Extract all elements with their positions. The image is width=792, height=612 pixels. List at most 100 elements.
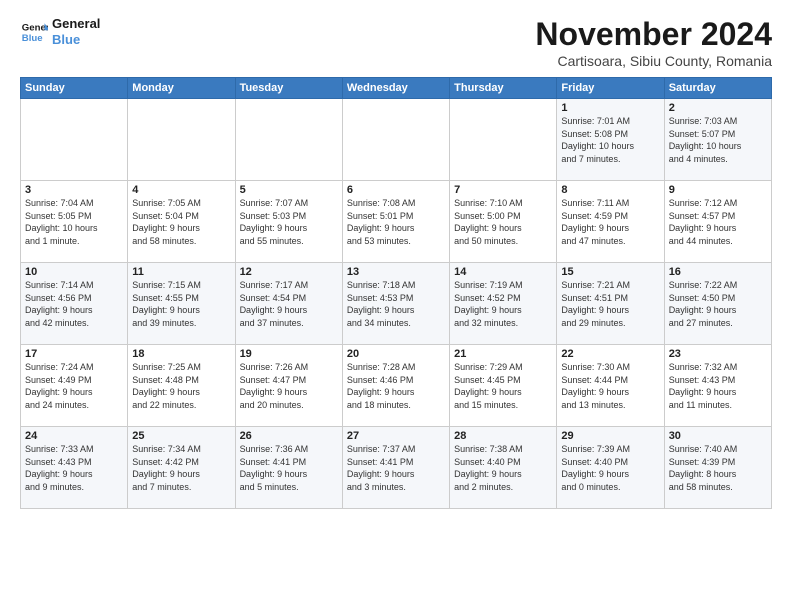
calendar-week-4: 17Sunrise: 7:24 AM Sunset: 4:49 PM Dayli… — [21, 345, 772, 427]
calendar-day — [128, 99, 235, 181]
day-number: 14 — [454, 266, 552, 278]
weekday-header-friday: Friday — [557, 78, 664, 99]
calendar-day: 29Sunrise: 7:39 AM Sunset: 4:40 PM Dayli… — [557, 427, 664, 509]
calendar-week-3: 10Sunrise: 7:14 AM Sunset: 4:56 PM Dayli… — [21, 263, 772, 345]
day-number: 24 — [25, 430, 123, 442]
day-info: Sunrise: 7:08 AM Sunset: 5:01 PM Dayligh… — [347, 197, 445, 247]
day-info: Sunrise: 7:24 AM Sunset: 4:49 PM Dayligh… — [25, 361, 123, 411]
day-info: Sunrise: 7:26 AM Sunset: 4:47 PM Dayligh… — [240, 361, 338, 411]
day-number: 21 — [454, 348, 552, 360]
calendar-day: 21Sunrise: 7:29 AM Sunset: 4:45 PM Dayli… — [450, 345, 557, 427]
day-info: Sunrise: 7:30 AM Sunset: 4:44 PM Dayligh… — [561, 361, 659, 411]
calendar-day: 16Sunrise: 7:22 AM Sunset: 4:50 PM Dayli… — [664, 263, 771, 345]
weekday-header-tuesday: Tuesday — [235, 78, 342, 99]
day-info: Sunrise: 7:17 AM Sunset: 4:54 PM Dayligh… — [240, 279, 338, 329]
svg-text:Blue: Blue — [22, 32, 43, 43]
day-number: 18 — [132, 348, 230, 360]
day-info: Sunrise: 7:38 AM Sunset: 4:40 PM Dayligh… — [454, 443, 552, 493]
calendar-day: 12Sunrise: 7:17 AM Sunset: 4:54 PM Dayli… — [235, 263, 342, 345]
day-info: Sunrise: 7:33 AM Sunset: 4:43 PM Dayligh… — [25, 443, 123, 493]
day-number: 10 — [25, 266, 123, 278]
day-info: Sunrise: 7:36 AM Sunset: 4:41 PM Dayligh… — [240, 443, 338, 493]
calendar-day: 19Sunrise: 7:26 AM Sunset: 4:47 PM Dayli… — [235, 345, 342, 427]
day-number: 20 — [347, 348, 445, 360]
day-number: 19 — [240, 348, 338, 360]
calendar-day: 3Sunrise: 7:04 AM Sunset: 5:05 PM Daylig… — [21, 181, 128, 263]
calendar-day: 4Sunrise: 7:05 AM Sunset: 5:04 PM Daylig… — [128, 181, 235, 263]
day-number: 16 — [669, 266, 767, 278]
page-header: General Blue General Blue November 2024 … — [20, 16, 772, 69]
day-number: 17 — [25, 348, 123, 360]
logo: General Blue General Blue — [20, 16, 100, 47]
day-info: Sunrise: 7:05 AM Sunset: 5:04 PM Dayligh… — [132, 197, 230, 247]
calendar-day: 25Sunrise: 7:34 AM Sunset: 4:42 PM Dayli… — [128, 427, 235, 509]
calendar-day: 18Sunrise: 7:25 AM Sunset: 4:48 PM Dayli… — [128, 345, 235, 427]
day-number: 4 — [132, 184, 230, 196]
calendar-week-5: 24Sunrise: 7:33 AM Sunset: 4:43 PM Dayli… — [21, 427, 772, 509]
calendar-day — [21, 99, 128, 181]
day-number: 26 — [240, 430, 338, 442]
title-section: November 2024 Cartisoara, Sibiu County, … — [535, 16, 772, 69]
day-info: Sunrise: 7:19 AM Sunset: 4:52 PM Dayligh… — [454, 279, 552, 329]
calendar-day: 14Sunrise: 7:19 AM Sunset: 4:52 PM Dayli… — [450, 263, 557, 345]
day-number: 6 — [347, 184, 445, 196]
day-info: Sunrise: 7:15 AM Sunset: 4:55 PM Dayligh… — [132, 279, 230, 329]
calendar-day: 28Sunrise: 7:38 AM Sunset: 4:40 PM Dayli… — [450, 427, 557, 509]
logo-text-blue: Blue — [52, 32, 100, 48]
day-info: Sunrise: 7:29 AM Sunset: 4:45 PM Dayligh… — [454, 361, 552, 411]
day-info: Sunrise: 7:28 AM Sunset: 4:46 PM Dayligh… — [347, 361, 445, 411]
logo-text-general: General — [52, 16, 100, 32]
calendar-day: 10Sunrise: 7:14 AM Sunset: 4:56 PM Dayli… — [21, 263, 128, 345]
calendar-day — [450, 99, 557, 181]
calendar-table: SundayMondayTuesdayWednesdayThursdayFrid… — [20, 77, 772, 509]
calendar-title: November 2024 — [535, 16, 772, 53]
day-info: Sunrise: 7:10 AM Sunset: 5:00 PM Dayligh… — [454, 197, 552, 247]
calendar-day: 20Sunrise: 7:28 AM Sunset: 4:46 PM Dayli… — [342, 345, 449, 427]
calendar-day: 17Sunrise: 7:24 AM Sunset: 4:49 PM Dayli… — [21, 345, 128, 427]
calendar-day: 24Sunrise: 7:33 AM Sunset: 4:43 PM Dayli… — [21, 427, 128, 509]
day-info: Sunrise: 7:21 AM Sunset: 4:51 PM Dayligh… — [561, 279, 659, 329]
calendar-subtitle: Cartisoara, Sibiu County, Romania — [535, 53, 772, 69]
day-info: Sunrise: 7:04 AM Sunset: 5:05 PM Dayligh… — [25, 197, 123, 247]
day-number: 22 — [561, 348, 659, 360]
day-number: 15 — [561, 266, 659, 278]
day-number: 28 — [454, 430, 552, 442]
calendar-day: 6Sunrise: 7:08 AM Sunset: 5:01 PM Daylig… — [342, 181, 449, 263]
calendar-day: 26Sunrise: 7:36 AM Sunset: 4:41 PM Dayli… — [235, 427, 342, 509]
day-info: Sunrise: 7:12 AM Sunset: 4:57 PM Dayligh… — [669, 197, 767, 247]
calendar-week-1: 1Sunrise: 7:01 AM Sunset: 5:08 PM Daylig… — [21, 99, 772, 181]
calendar-day: 11Sunrise: 7:15 AM Sunset: 4:55 PM Dayli… — [128, 263, 235, 345]
day-info: Sunrise: 7:32 AM Sunset: 4:43 PM Dayligh… — [669, 361, 767, 411]
calendar-day: 7Sunrise: 7:10 AM Sunset: 5:00 PM Daylig… — [450, 181, 557, 263]
logo-icon: General Blue — [20, 18, 48, 46]
day-number: 29 — [561, 430, 659, 442]
day-number: 8 — [561, 184, 659, 196]
day-number: 2 — [669, 102, 767, 114]
calendar-day: 8Sunrise: 7:11 AM Sunset: 4:59 PM Daylig… — [557, 181, 664, 263]
day-number: 5 — [240, 184, 338, 196]
day-info: Sunrise: 7:03 AM Sunset: 5:07 PM Dayligh… — [669, 115, 767, 165]
day-info: Sunrise: 7:22 AM Sunset: 4:50 PM Dayligh… — [669, 279, 767, 329]
day-info: Sunrise: 7:34 AM Sunset: 4:42 PM Dayligh… — [132, 443, 230, 493]
calendar-day: 2Sunrise: 7:03 AM Sunset: 5:07 PM Daylig… — [664, 99, 771, 181]
weekday-header-sunday: Sunday — [21, 78, 128, 99]
day-number: 7 — [454, 184, 552, 196]
day-number: 23 — [669, 348, 767, 360]
day-number: 12 — [240, 266, 338, 278]
weekday-header-saturday: Saturday — [664, 78, 771, 99]
day-number: 13 — [347, 266, 445, 278]
weekday-header-thursday: Thursday — [450, 78, 557, 99]
day-info: Sunrise: 7:14 AM Sunset: 4:56 PM Dayligh… — [25, 279, 123, 329]
calendar-day: 5Sunrise: 7:07 AM Sunset: 5:03 PM Daylig… — [235, 181, 342, 263]
day-number: 25 — [132, 430, 230, 442]
svg-text:General: General — [22, 22, 48, 33]
weekday-header-wednesday: Wednesday — [342, 78, 449, 99]
day-info: Sunrise: 7:11 AM Sunset: 4:59 PM Dayligh… — [561, 197, 659, 247]
calendar-day: 15Sunrise: 7:21 AM Sunset: 4:51 PM Dayli… — [557, 263, 664, 345]
day-number: 27 — [347, 430, 445, 442]
calendar-day: 13Sunrise: 7:18 AM Sunset: 4:53 PM Dayli… — [342, 263, 449, 345]
calendar-day: 1Sunrise: 7:01 AM Sunset: 5:08 PM Daylig… — [557, 99, 664, 181]
calendar-day: 30Sunrise: 7:40 AM Sunset: 4:39 PM Dayli… — [664, 427, 771, 509]
day-number: 1 — [561, 102, 659, 114]
day-info: Sunrise: 7:37 AM Sunset: 4:41 PM Dayligh… — [347, 443, 445, 493]
